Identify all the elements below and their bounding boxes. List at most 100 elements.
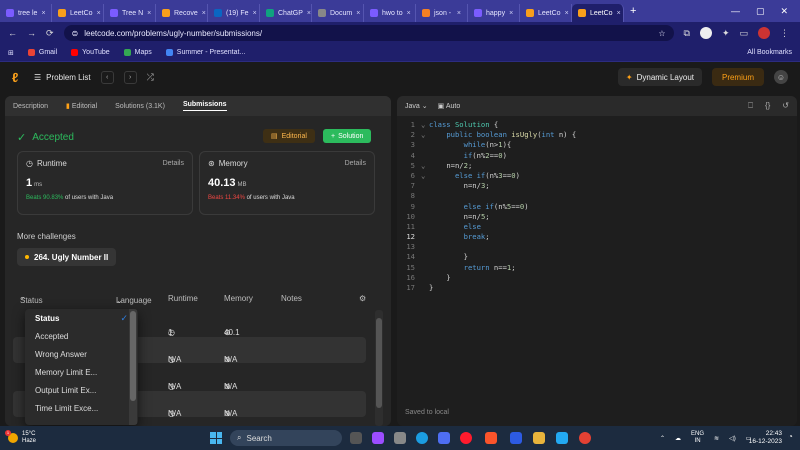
code-area[interactable]: 1 ⌄ class Solution {2 ⌄ public boolean isUg…	[397, 120, 797, 293]
premium-button[interactable]: Premium	[711, 68, 764, 86]
code-line[interactable]: 11 else	[397, 222, 797, 232]
wifi-icon[interactable]: ≋	[714, 435, 719, 442]
vscode-icon[interactable]	[556, 432, 568, 444]
apps-icon[interactable]: ⊞	[8, 49, 14, 57]
task-view-icon[interactable]	[350, 432, 362, 444]
leetcode-logo-icon[interactable]: ℓ	[12, 70, 24, 85]
runtime-details-link[interactable]: Details	[163, 160, 184, 167]
windows-start-icon[interactable]	[210, 432, 222, 444]
edge-icon[interactable]	[416, 432, 428, 444]
reset-icon[interactable]: ↺	[782, 101, 789, 111]
opera-icon[interactable]	[460, 432, 472, 444]
tab-close-icon[interactable]: ×	[97, 10, 101, 17]
code-line[interactable]: 3 while(n>1){	[397, 140, 797, 150]
shuffle-icon[interactable]: ⤮	[147, 72, 154, 83]
brave-icon[interactable]	[485, 432, 497, 444]
new-tab-button[interactable]: +	[624, 5, 636, 17]
memory-details-link[interactable]: Details	[345, 160, 366, 167]
chevron-up-icon[interactable]: ⌃	[660, 435, 665, 442]
user-avatar[interactable]: ☺	[774, 70, 788, 84]
language-indicator[interactable]: ENG IN	[691, 431, 704, 445]
code-line[interactable]: 7 n=n/3;	[397, 181, 797, 191]
browser-tab[interactable]: json - ×	[416, 4, 468, 22]
code-line[interactable]: 16 }	[397, 273, 797, 283]
code-line[interactable]: 5 ⌄ n=n/2;	[397, 161, 797, 171]
tab-close-icon[interactable]: ×	[307, 10, 311, 17]
cloud-icon[interactable]: ☁	[675, 435, 681, 442]
tab-close-icon[interactable]: ×	[202, 10, 206, 17]
tab-close-icon[interactable]: ×	[617, 10, 621, 17]
tab-close-icon[interactable]: ×	[457, 10, 461, 17]
l-app-icon[interactable]	[510, 432, 522, 444]
extensions-icon[interactable]: ⧉	[684, 28, 690, 39]
dynamic-layout-button[interactable]: ✦ Dynamic Layout	[617, 68, 702, 86]
next-problem-button[interactable]: ›	[123, 70, 137, 84]
braces-icon[interactable]: {}	[765, 101, 770, 111]
browser-tab[interactable]: Recove ×	[156, 4, 208, 22]
tab-close-icon[interactable]: ×	[356, 10, 360, 17]
fold-chevron-icon[interactable]: ⌄	[421, 171, 429, 181]
tab-editorial[interactable]: ▮ Editorial	[66, 102, 97, 110]
notification-icon[interactable]: ◔	[788, 432, 793, 441]
browser-tab[interactable]: ChatGP ×	[260, 4, 312, 22]
fold-chevron-icon[interactable]: ⌄	[421, 120, 429, 130]
teams-icon[interactable]	[372, 432, 384, 444]
tab-close-icon[interactable]: ×	[147, 10, 151, 17]
avatar[interactable]	[758, 27, 771, 39]
site-info-icon[interactable]: ⊜	[72, 29, 79, 38]
code-line[interactable]: 13	[397, 242, 797, 252]
tab-solutions[interactable]: Solutions (3.1K)	[115, 103, 165, 110]
profile-icon[interactable]	[699, 27, 712, 39]
code-line[interactable]: 4 if(n%2==0)	[397, 151, 797, 161]
code-line[interactable]: 10 n=n/5;	[397, 212, 797, 222]
browser-tab[interactable]: (19) Fe ×	[208, 4, 260, 22]
tab-close-icon[interactable]: ×	[407, 10, 411, 17]
prev-problem-button[interactable]: ‹	[100, 70, 114, 84]
bookmark-item[interactable]: YouTube	[71, 49, 110, 56]
browser-tab[interactable]: LeetCo ×	[52, 4, 104, 22]
code-line[interactable]: 17}	[397, 283, 797, 293]
tab-close-icon[interactable]: ×	[41, 10, 45, 17]
challenge-chip[interactable]: 264. Ugly Number II	[17, 248, 117, 266]
folder-icon[interactable]	[533, 432, 545, 444]
taskbar-clock[interactable]: 22:43 16-12-2023	[742, 430, 782, 446]
browser-tab[interactable]: LeetCo ×	[572, 4, 624, 22]
url-field[interactable]: ⊜ leetcode.com/problems/ugly-number/subm…	[63, 25, 674, 41]
taskbar-search[interactable]: ⌕ Search	[230, 430, 342, 446]
fold-chevron-icon[interactable]: ⌄	[421, 130, 429, 140]
status-option-wrong-answer[interactable]: Wrong Answer	[25, 345, 138, 363]
browser-tab[interactable]: happy ×	[468, 4, 520, 22]
dropdown-scrollbar[interactable]	[129, 309, 137, 425]
forward-icon[interactable]: →	[27, 28, 36, 38]
maximize-icon[interactable]: ▢	[756, 6, 765, 17]
bookmark-item[interactable]: Summer - Presentat...	[165, 49, 245, 56]
tab-close-icon[interactable]: ×	[509, 10, 513, 17]
puzzle-icon[interactable]: ✦	[722, 28, 730, 39]
bookmark-star-icon[interactable]: ☆	[658, 29, 665, 38]
post-solution-button[interactable]: + Solution	[323, 129, 372, 143]
chrome-icon[interactable]	[579, 432, 591, 444]
code-line[interactable]: 2 ⌄ public boolean isUgly(int n) {	[397, 130, 797, 140]
file-explorer-icon[interactable]	[394, 432, 406, 444]
auto-mode[interactable]: ▣ Auto	[438, 102, 461, 110]
back-icon[interactable]: ←	[8, 28, 17, 38]
bookmark-item[interactable]: Gmail	[27, 49, 57, 56]
weather-widget[interactable]: 1 15°C Haze	[0, 430, 36, 445]
all-bookmarks-link[interactable]: All Bookmarks	[747, 49, 792, 56]
browser-tab[interactable]: Tree N ×	[104, 4, 156, 22]
volume-icon[interactable]: ◁)	[729, 435, 736, 442]
code-line[interactable]: 14 }	[397, 252, 797, 262]
status-option-memory-limit[interactable]: Memory Limit E...	[25, 363, 138, 381]
status-option-accepted[interactable]: Accepted	[25, 327, 138, 345]
status-option-output-limit[interactable]: Output Limit Ex...	[25, 381, 138, 399]
browser-tab[interactable]: LeetCo ×	[520, 4, 572, 22]
code-line[interactable]: 1 ⌄ class Solution {	[397, 120, 797, 130]
bookmark-item[interactable]: Maps	[123, 49, 152, 56]
code-line[interactable]: 9 else if(n%5==0)	[397, 202, 797, 212]
code-line[interactable]: 8	[397, 191, 797, 201]
browser-tab[interactable]: hwo to ×	[364, 4, 416, 22]
close-window-icon[interactable]: ✕	[780, 6, 788, 17]
table-scrollbar[interactable]	[375, 310, 383, 426]
code-line[interactable]: 12 break;	[397, 232, 797, 242]
fold-chevron-icon[interactable]: ⌄	[421, 161, 429, 171]
